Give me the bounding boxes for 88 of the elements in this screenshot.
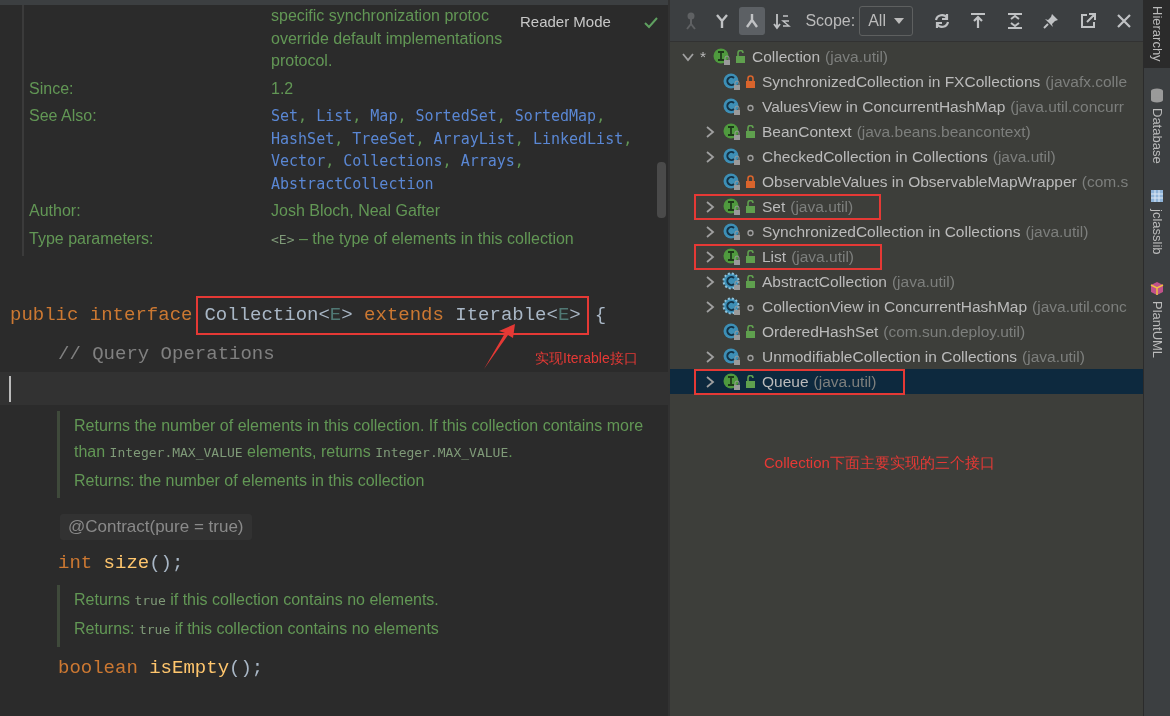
doc-link[interactable]: HashSet xyxy=(271,129,335,148)
doc-text: override default implementations xyxy=(271,28,503,49)
abstract-class-icon xyxy=(722,297,741,316)
tree-item[interactable]: CheckedCollection in Collections (java.util) xyxy=(670,144,1143,169)
tree-item[interactable]: ValuesView in ConcurrentHashMap (java.util.concurr xyxy=(670,94,1143,119)
toolbar-button[interactable] xyxy=(738,6,766,35)
doc-text: specific synchronization protoc xyxy=(271,6,489,26)
scope-dropdown[interactable]: All xyxy=(859,5,913,36)
tool-window-tab[interactable]: jclasslib xyxy=(1144,183,1170,261)
doc-link[interactable]: SortedSet xyxy=(415,107,497,125)
class-icon xyxy=(722,222,741,241)
class-icon xyxy=(722,172,741,191)
cube-icon xyxy=(1150,280,1164,296)
callout-text: Collection下面主要实现的三个接口 xyxy=(764,453,996,473)
class-icon xyxy=(722,72,741,91)
doc-link[interactable]: Set xyxy=(271,107,299,125)
code-text: int size(); xyxy=(58,550,184,576)
doc-link[interactable]: SortedMap xyxy=(514,107,597,125)
tree-item[interactable]: Queue (java.util) xyxy=(670,369,1143,394)
scrollbar-thumb[interactable] xyxy=(657,162,666,218)
class-icon xyxy=(722,322,741,341)
open-window-icon xyxy=(1078,11,1097,30)
doc-text: Returns true if this collection contains no elements. xyxy=(74,589,440,610)
doc-link[interactable]: AbstractCollection xyxy=(271,174,434,193)
code-text: public interface xyxy=(10,303,193,328)
database-icon xyxy=(1150,87,1164,103)
tool-window-tab[interactable]: PlantUML xyxy=(1144,274,1170,364)
expand-icon xyxy=(1005,11,1024,30)
doc-text: HashSet, TreeSet, ArrayList, LinkedList, xyxy=(271,128,633,150)
class-icon xyxy=(722,97,741,116)
check-icon xyxy=(644,17,658,29)
doc-text: Josh Bloch, Neal Gafter xyxy=(271,201,440,221)
doc-text: Vector, Collections, Arrays, xyxy=(271,151,524,172)
doc-text: Returns: the number of elements in this collection xyxy=(74,471,426,491)
doc-text: Set, List, Map, SortedSet, SortedMap, xyxy=(271,106,606,127)
doc-link[interactable]: Map xyxy=(370,107,398,125)
doc-text: <E> – the type of elements in this collection xyxy=(271,228,574,249)
code-text: // Query Operations xyxy=(58,342,275,367)
tree-item[interactable]: AbstractCollection (java.util) xyxy=(670,269,1143,294)
text-caret xyxy=(9,375,11,402)
tree-item[interactable]: CollectionView in ConcurrentHashMap (java.util.conc xyxy=(670,294,1143,319)
callout-text: 实现Iterable接口 xyxy=(535,349,638,368)
field-label: Author: xyxy=(29,201,82,221)
tree-item[interactable]: OrderedHashSet (com.sun.deploy.util) xyxy=(670,319,1143,344)
code-text: Collection<E> extends Iterable<E> xyxy=(204,303,581,328)
doc-link[interactable]: Vector xyxy=(271,152,326,170)
tool-window-tab[interactable]: Database xyxy=(1144,81,1170,170)
doc-link[interactable]: Arrays xyxy=(460,152,515,170)
tree-item[interactable]: SynchronizedCollection in Collections (java.util) xyxy=(670,219,1143,244)
refresh-icon xyxy=(933,11,952,30)
abstract-class-icon xyxy=(722,272,741,291)
grid-icon xyxy=(1150,189,1164,205)
doc-link[interactable]: Collections xyxy=(343,152,443,170)
sort-icon xyxy=(773,11,792,30)
doc-text: protocol. xyxy=(271,51,333,71)
doc-text: Returns: true if this collection contains no elements xyxy=(74,618,440,639)
doc-link[interactable]: TreeSet xyxy=(352,129,416,148)
tree-item[interactable]: List (java.util) xyxy=(670,244,1143,269)
interface-icon xyxy=(722,247,741,266)
field-label: Type parameters: xyxy=(29,228,155,249)
tree-item[interactable]: SynchronizedCollection in FXCollections (javafx.colle xyxy=(670,69,1143,94)
field-label: See Also: xyxy=(29,106,98,126)
code-text: { xyxy=(594,303,607,328)
pin-icon xyxy=(1042,11,1061,30)
arrow-up-icon xyxy=(969,11,988,30)
tree-item[interactable]: BeanContext (java.beans.beancontext) xyxy=(670,119,1143,144)
caret-icon xyxy=(893,17,904,24)
scope-label: Scope: xyxy=(805,10,856,31)
tool-window-tab[interactable]: Hierarchy xyxy=(1144,0,1170,68)
code-text: boolean isEmpty(); xyxy=(58,655,264,681)
doc-link[interactable]: List xyxy=(316,107,353,125)
doc-link[interactable]: ArrayList xyxy=(433,129,515,148)
interface-icon xyxy=(722,372,741,391)
tree-item[interactable]: UnmodifiableCollection in Collections (java.util) xyxy=(670,344,1143,369)
annotation-hint: @Contract(pure = true) xyxy=(60,514,252,540)
tree-item[interactable]: * Collection (java.util) xyxy=(670,44,1143,69)
doc-text: 1.2 xyxy=(271,78,294,99)
interface-icon xyxy=(722,197,741,216)
doc-link[interactable]: LinkedList xyxy=(532,129,624,148)
field-label: Since: xyxy=(29,78,75,99)
interface-icon xyxy=(712,47,732,66)
interface-icon xyxy=(722,122,741,141)
doc-text: Returns the number of elements in this collection. If this collection contains more than Integer.MAX_VALUE elements, returns Integer.MAX_VALUE. xyxy=(74,416,645,462)
class-icon xyxy=(722,347,741,366)
class-icon xyxy=(722,147,741,166)
tree-item[interactable]: Set (java.util) xyxy=(670,194,1143,219)
tree-item[interactable]: ObservableValues in ObservableMapWrapper (com.s xyxy=(670,169,1143,194)
close-icon xyxy=(1114,11,1133,30)
